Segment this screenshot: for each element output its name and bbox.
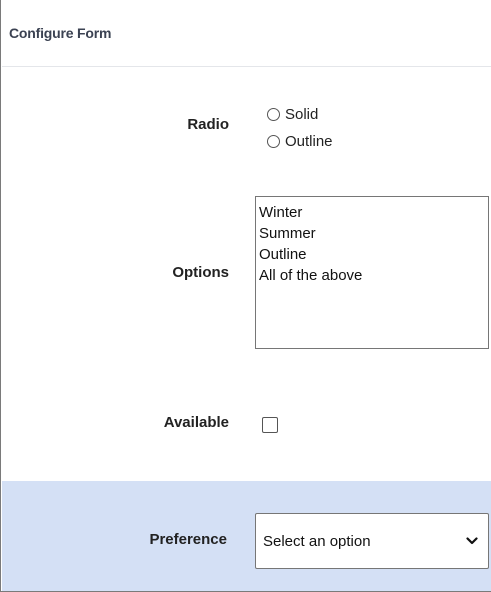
options-listbox[interactable]: Winter Summer Outline All of the above (255, 196, 489, 349)
radio-label: Radio (187, 116, 229, 133)
list-item[interactable]: Summer (259, 223, 488, 244)
radio-option-label: Solid (285, 106, 319, 123)
radio-circle-icon[interactable] (267, 135, 280, 148)
preference-selected-value: Select an option (263, 532, 371, 550)
available-label: Available (163, 414, 229, 431)
chevron-down-icon (466, 537, 478, 545)
form-header: Configure Form (2, 0, 491, 67)
options-label: Options (172, 264, 229, 281)
list-item[interactable]: Outline (259, 244, 488, 265)
radio-option-solid[interactable]: Solid (267, 106, 318, 123)
radio-option-label: Outline (285, 133, 333, 150)
list-item[interactable]: All of the above (259, 265, 488, 286)
form-title: Configure Form (9, 25, 112, 41)
form-panel: Configure Form Radio Solid Outline Optio… (0, 0, 491, 592)
radio-circle-icon[interactable] (267, 108, 280, 121)
preference-select[interactable]: Select an option (255, 513, 489, 569)
list-item[interactable]: Winter (259, 202, 488, 223)
radio-option-outline[interactable]: Outline (267, 133, 333, 150)
preference-label: Preference (149, 531, 227, 548)
available-checkbox[interactable] (262, 417, 278, 433)
